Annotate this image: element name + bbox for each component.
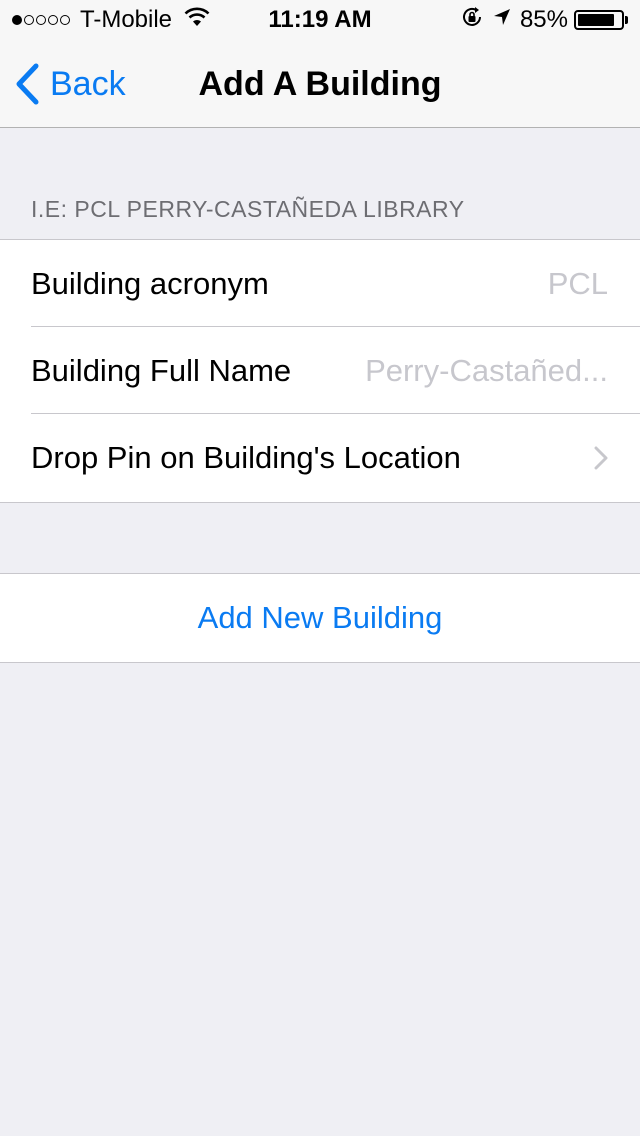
acronym-input[interactable] — [296, 265, 608, 302]
rotation-lock-icon — [460, 5, 484, 36]
section-header: I.E: PCL PERRY-CASTAÑEDA LIBRARY — [31, 196, 465, 222]
add-new-building-button[interactable]: Add New Building — [198, 600, 443, 636]
battery-icon — [574, 10, 628, 30]
acronym-label: Building acronym — [31, 265, 269, 301]
page-title: Add A Building — [198, 65, 442, 103]
disclosure-chevron-icon — [594, 446, 608, 470]
building-form: Building acronym Building Full Name Drop… — [0, 239, 640, 503]
battery-body — [574, 10, 624, 30]
full-name-row[interactable]: Building Full Name — [0, 326, 640, 414]
full-name-label: Building Full Name — [31, 352, 292, 388]
add-building-group: Add New Building — [0, 573, 640, 663]
drop-pin-row[interactable]: Drop Pin on Building's Location — [0, 413, 640, 501]
drop-pin-label: Drop Pin on Building's Location — [31, 439, 461, 475]
acronym-row[interactable]: Building acronym — [0, 240, 640, 327]
navigation-bar: Back Add A Building — [0, 40, 640, 128]
status-bar-right: 85% — [452, 6, 628, 34]
full-name-input[interactable] — [319, 352, 608, 389]
status-bar: T-Mobile 11:19 AM 85% — [0, 0, 640, 40]
location-arrow-icon — [492, 6, 512, 34]
battery-nub — [625, 16, 628, 24]
battery-fill — [578, 14, 614, 26]
battery-percentage: 85% — [519, 6, 568, 33]
